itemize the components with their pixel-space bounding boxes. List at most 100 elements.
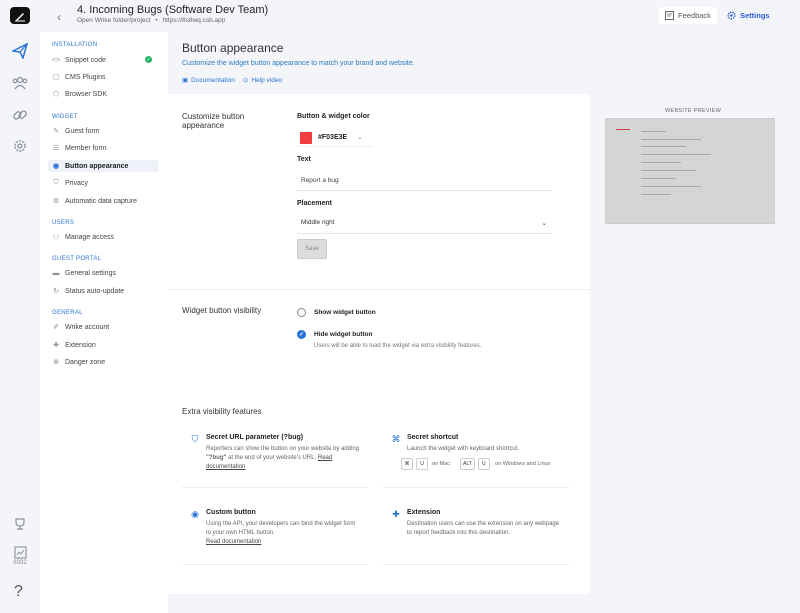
app-window: 8392 ? ‹ 4. Incoming Bugs (Software Dev … [0, 0, 800, 613]
refresh-icon: ↻ [53, 288, 59, 295]
feature-description: Using the API, your developers can bind … [206, 520, 362, 547]
u-key: U [416, 458, 428, 470]
main-content: Button appearance Customize the widget b… [168, 32, 800, 613]
feedback-icon [665, 11, 674, 20]
preview-line [641, 154, 711, 155]
preview-line [641, 162, 681, 163]
sidebar-item-general-settings[interactable]: ▬ General settings [48, 267, 158, 279]
feature-title: Secret shortcut [407, 434, 459, 441]
app-logo[interactable] [10, 7, 30, 24]
warning-icon: ⊗ [53, 359, 59, 366]
puzzle-icon: ✚ [392, 508, 400, 519]
preview-line [641, 139, 701, 140]
section-title-users: USERS [52, 220, 75, 226]
documentation-link[interactable]: ▣ Documentation [182, 76, 235, 85]
chevron-left-icon[interactable]: ‹ [57, 10, 61, 24]
edit-icon: ✎ [53, 128, 59, 135]
preview-label: WEBSITE PREVIEW [665, 108, 722, 114]
feature-title: Extension [407, 509, 441, 516]
chevron-down-icon: ⌄ [357, 135, 363, 141]
sidebar-item-label: Extension [65, 341, 96, 349]
color-value: #F03E3E [318, 134, 348, 141]
chevron-down-icon: ⌄ [541, 220, 547, 227]
top-header: ‹ 4. Incoming Bugs (Software Dev Team) O… [40, 0, 800, 32]
desc-bold: "?bug" [206, 455, 227, 461]
read-docs-link[interactable]: Read documentation [206, 539, 261, 545]
feedback-label: Feedback [678, 11, 711, 20]
feature-description: Destination users can use the extension … [407, 521, 560, 536]
help-video-link-label: Help video [251, 76, 283, 84]
paper-plane-icon[interactable] [10, 41, 30, 61]
users-icon[interactable] [10, 73, 30, 93]
radio-checked-icon: ✓ [297, 330, 306, 339]
color-picker[interactable]: #F03E3E ⌄ [297, 129, 373, 147]
sidebar-item-guest-form[interactable]: ✎ Guest form [48, 125, 158, 137]
save-button[interactable]: Save [297, 239, 327, 259]
visibility-section-label: Widget button visibility [182, 306, 262, 315]
placement-field-label: Placement [297, 200, 333, 207]
book-icon: ▣ [182, 77, 189, 84]
settings-gear-icon [727, 11, 736, 20]
shortcut-keys: ⌘ U on Mac ALT U on Windows and Linux [401, 458, 553, 470]
feature-description: Launch the widget with keyboard shortcut… [407, 446, 520, 452]
rail-counter: 8392 [13, 560, 27, 566]
help-links: ▣ Documentation ⊙ Help video [182, 76, 283, 85]
sidebar-item-privacy[interactable]: ⛉ Privacy [48, 177, 158, 189]
sidebar-item-status-auto-update[interactable]: ↻ Status auto-update [48, 285, 158, 297]
sidebar-item-label: Privacy [65, 179, 88, 187]
sidebar-item-label: Wrike account [65, 323, 110, 331]
mac-label: on Mac [431, 460, 451, 467]
desc-text: at the end of your website's URL. [226, 455, 318, 461]
pen-icon: ✐ [53, 324, 59, 331]
sidebar-item-member-form[interactable]: ☰ Member form [48, 142, 158, 154]
u-key: U [477, 458, 490, 470]
plugin-icon: ▢ [52, 74, 60, 81]
help-icon[interactable]: ? [14, 583, 23, 601]
separator-bullet: • [155, 17, 158, 24]
settings-button[interactable]: Settings [727, 7, 770, 24]
sidebar-item-extension[interactable]: ✚ Extension [48, 339, 158, 351]
sidebar-item-cms-plugins[interactable]: ▢ CMS Plugins [48, 71, 158, 83]
button-text-input[interactable] [297, 171, 551, 191]
trophy-icon[interactable] [10, 514, 30, 534]
project-subtitle: Open Wrike folder/project • https://8s8w… [77, 17, 225, 24]
folder-icon: ▬ [52, 269, 60, 277]
feedback-button[interactable]: Feedback [659, 7, 717, 24]
sidebar-item-label: Guest form [65, 127, 100, 135]
preview-line [641, 186, 701, 187]
sidebar-item-label: General settings [65, 269, 116, 277]
sidebar-item-manage-access[interactable]: ⚇ Manage access [48, 231, 158, 243]
link-icon[interactable] [10, 105, 30, 125]
help-video-link[interactable]: ⊙ Help video [242, 76, 283, 85]
open-wrike-link[interactable]: Open Wrike folder/project [77, 17, 151, 24]
feature-description: Reporters can show the button on your we… [206, 445, 362, 472]
feature-title: Secret URL parameter (?bug) [206, 434, 304, 441]
puzzle-icon: ✚ [53, 342, 59, 349]
sidebar-item-label: Snippet code [65, 56, 106, 64]
feature-title: Custom button [206, 509, 256, 516]
sidebar-item-browser-sdk[interactable]: ⬡ Browser SDK [48, 88, 158, 100]
desc-text: Using the API, your developers can bind … [206, 521, 356, 536]
section-title-general: GENERAL [52, 310, 83, 316]
sidebar-item-danger-zone[interactable]: ⊗ Danger zone [48, 356, 158, 368]
radio-hide-widget[interactable]: ✓ Hide widget button [297, 330, 373, 339]
section-title-widget: WIDGET [52, 114, 78, 120]
play-icon: ⊙ [242, 77, 249, 84]
stats-icon[interactable] [10, 542, 30, 562]
feature-secret-shortcut: ⌘ Secret shortcut Launch the widget with… [383, 428, 569, 488]
sidebar-item-label: Danger zone [65, 358, 106, 366]
gear-icon[interactable] [10, 136, 30, 156]
settings-card: Customize button appearance Button & wid… [168, 94, 590, 594]
project-url-link[interactable]: https://8s8wq.csb.app [163, 17, 226, 24]
project-title: 4. Incoming Bugs (Software Dev Team) [77, 4, 269, 16]
radio-show-widget[interactable]: Show widget button [297, 308, 376, 317]
sidebar-item-label: Button appearance [65, 162, 129, 170]
section-divider [168, 289, 590, 290]
sidebar-item-automatic-data-capture[interactable]: ⚙ Automatic data capture [48, 195, 158, 207]
placement-select[interactable]: Middle right ⌄ [297, 214, 551, 234]
feature-secret-url: ⛉ Secret URL parameter (?bug) Reporters … [182, 428, 368, 488]
sidebar-item-snippet-code[interactable]: <> Snippet code ✓ [48, 54, 158, 66]
customize-section-label: Customize button appearance [182, 112, 245, 130]
sidebar-item-wrike-account[interactable]: ✐ Wrike account [48, 321, 158, 333]
sidebar-item-button-appearance[interactable]: ◉ Button appearance [48, 160, 158, 172]
